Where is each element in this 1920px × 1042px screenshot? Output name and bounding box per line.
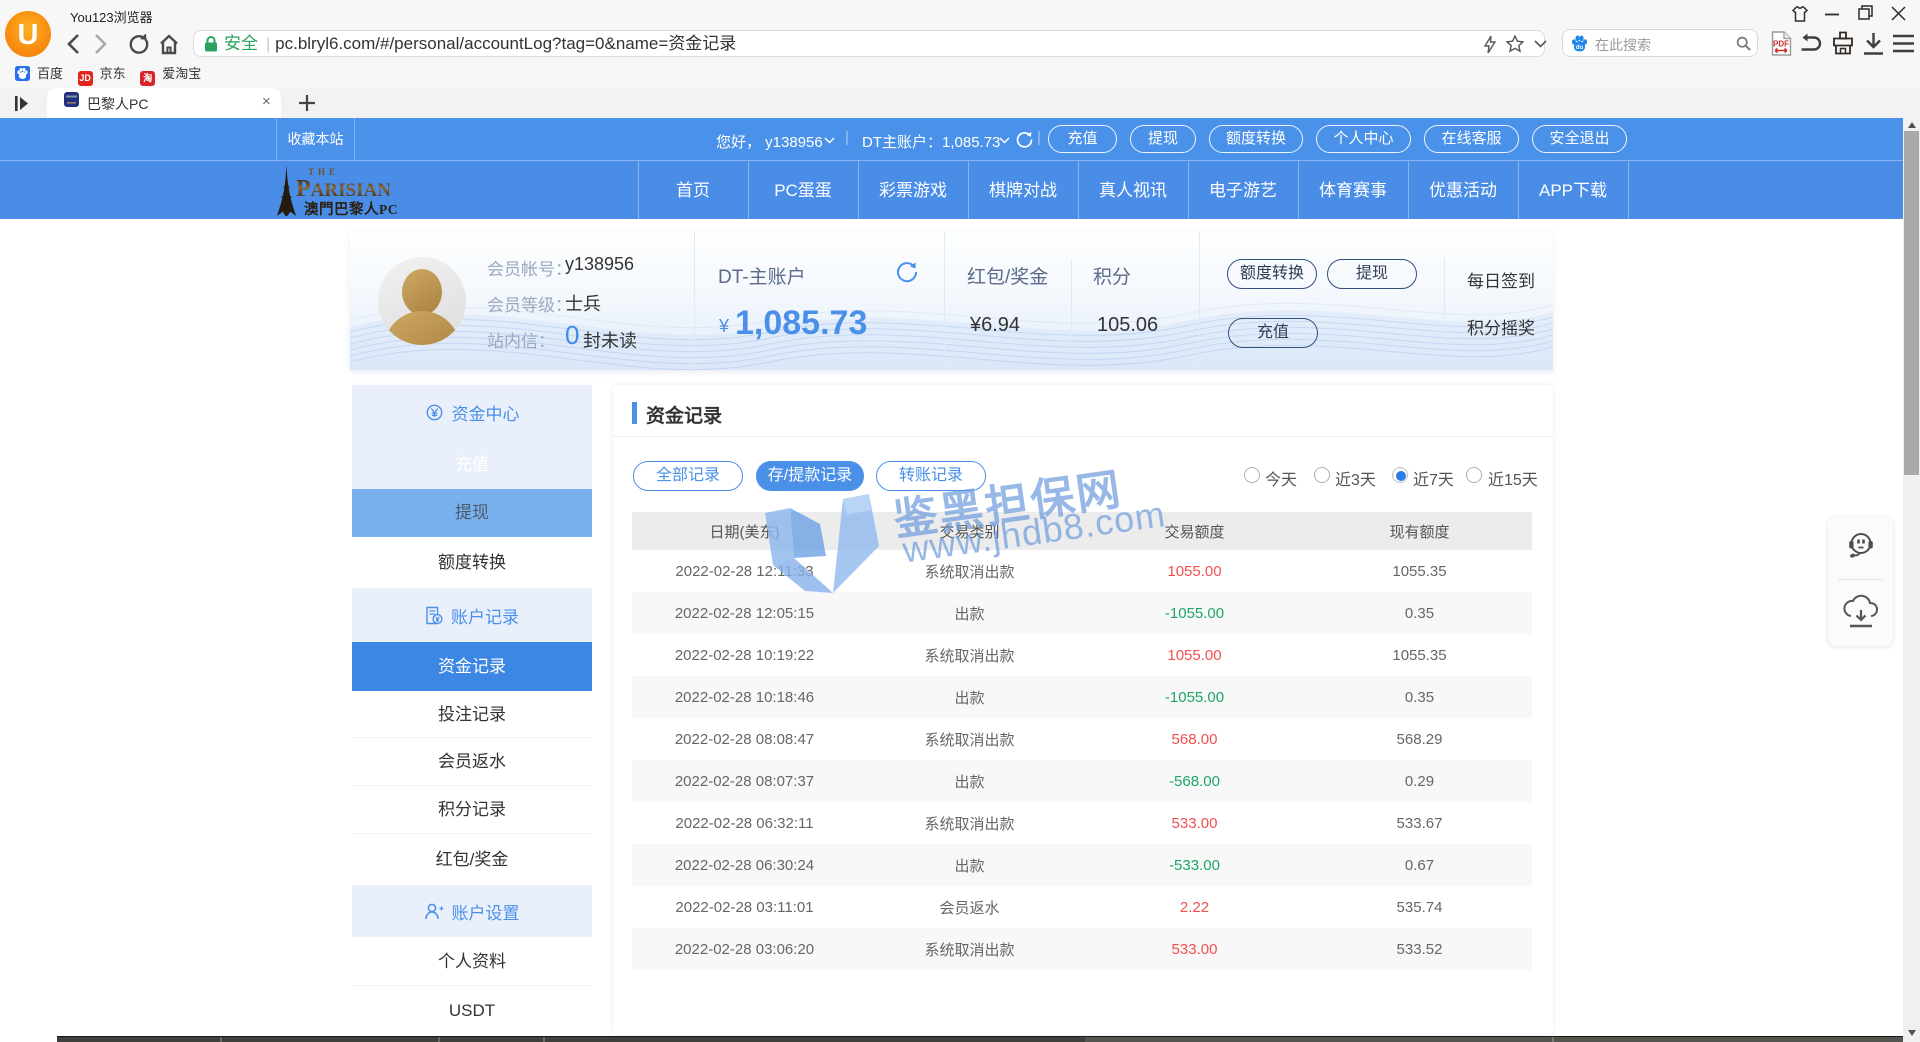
svg-text:du: du — [1576, 45, 1584, 51]
svg-text:澳門巴黎人PC: 澳門巴黎人PC — [304, 200, 398, 218]
svg-text:PARISIAN: PARISIAN — [296, 176, 391, 202]
svg-text:THE: THE — [308, 167, 339, 177]
svg-text:PDF: PDF — [1773, 40, 1789, 49]
